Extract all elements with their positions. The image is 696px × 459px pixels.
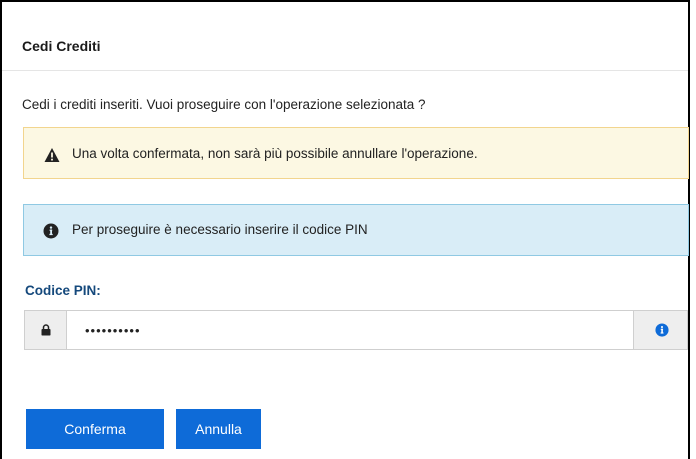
title-divider: [2, 70, 688, 71]
pin-info-addon[interactable]: [633, 311, 687, 349]
warning-triangle-icon: [44, 148, 60, 162]
info-circle-icon: [43, 223, 59, 239]
warning-alert: Una volta confermata, non sarà più possi…: [23, 127, 689, 179]
confirm-button[interactable]: Conferma: [26, 409, 164, 449]
pin-label: Codice PIN:: [25, 283, 101, 298]
info-circle-icon[interactable]: [655, 323, 669, 337]
info-alert-text: Per proseguire è necessario inserire il …: [72, 222, 368, 237]
dialog-title: Cedi Crediti: [22, 38, 101, 54]
warning-alert-text: Una volta confermata, non sarà più possi…: [72, 146, 478, 161]
cedi-crediti-dialog: Cedi Crediti Cedi i crediti inseriti. Vu…: [0, 0, 690, 459]
cancel-button[interactable]: Annulla: [176, 409, 261, 449]
pin-input[interactable]: [69, 311, 629, 349]
pin-input-group: [24, 310, 688, 350]
dialog-message: Cedi i crediti inseriti. Vuoi proseguire…: [22, 97, 426, 112]
pin-lock-addon: [25, 311, 67, 349]
lock-icon: [41, 324, 51, 336]
info-alert: Per proseguire è necessario inserire il …: [23, 204, 689, 256]
